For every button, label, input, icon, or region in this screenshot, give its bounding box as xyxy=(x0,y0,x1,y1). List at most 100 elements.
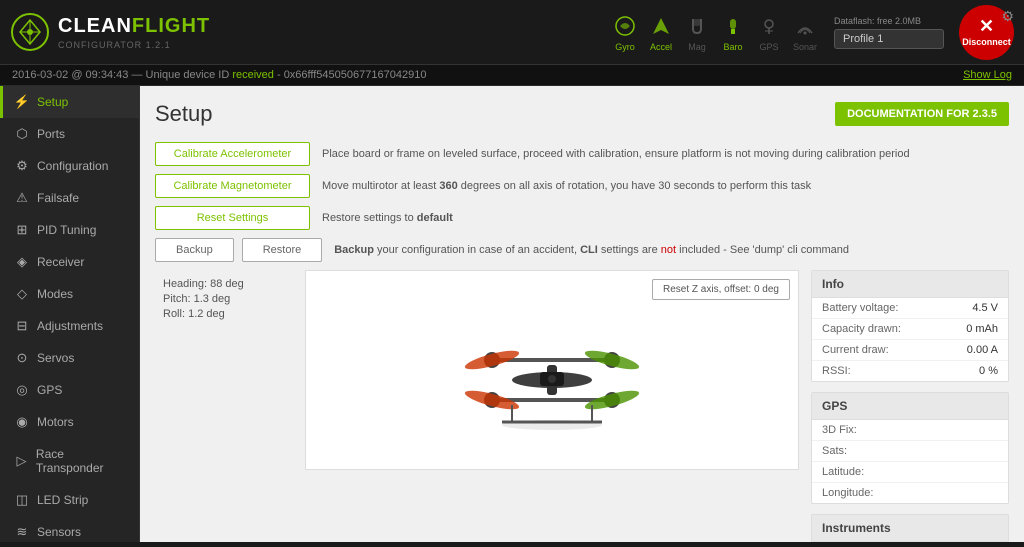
heading-value: 88 deg xyxy=(210,278,244,290)
current-draw-value: 0.00 A xyxy=(967,344,998,356)
profile-select[interactable]: Profile 1 Profile 2 Profile 3 xyxy=(834,29,944,49)
mag-label: Mag xyxy=(688,42,706,52)
device-id: - 0x66fff545050677167042910 xyxy=(277,69,426,81)
sidebar-label-adjustments: Adjustments xyxy=(37,319,103,333)
gps-nav-icon: ◎ xyxy=(15,383,29,397)
show-log-link[interactable]: Show Log xyxy=(963,69,1012,81)
sidebar-label-led-strip: LED Strip xyxy=(37,493,88,507)
calibrate-accel-button[interactable]: Calibrate Accelerometer xyxy=(155,142,310,166)
config-icon: ⚙ xyxy=(15,159,29,173)
header: CLEAN FLIGHT CONFIGURATOR 1.2.1 Gyro Acc… xyxy=(0,0,1024,65)
capacity-drawn-row: Capacity drawn: 0 mAh xyxy=(812,319,1008,340)
backup-bold: Backup xyxy=(334,244,374,256)
content-header: Setup DOCUMENTATION FOR 2.3.5 xyxy=(155,101,1009,127)
current-draw-row: Current draw: 0.00 A xyxy=(812,340,1008,361)
instruments-card: Instruments xyxy=(811,514,1009,542)
gps-longitude-label: Longitude: xyxy=(822,487,873,499)
disconnect-x-icon: ✕ xyxy=(979,17,994,35)
sidebar-item-adjustments[interactable]: ⊟ Adjustments xyxy=(0,310,139,342)
sidebar-item-setup[interactable]: ⚡ Setup xyxy=(0,86,139,118)
calibrate-mag-row: Calibrate Magnetometer Move multirotor a… xyxy=(155,174,1009,198)
sensor-gps: GPS xyxy=(755,12,783,52)
race-transponder-icon: ▷ xyxy=(15,454,28,468)
sidebar-item-pid-tuning[interactable]: ⊞ PID Tuning xyxy=(0,214,139,246)
backup-text: Backup your configuration in case of an … xyxy=(334,244,849,256)
model-3d-area: Reset Z axis, offset: 0 deg Info Battery… xyxy=(305,270,1009,542)
sidebar-item-configuration[interactable]: ⚙ Configuration xyxy=(0,150,139,182)
gear-icon[interactable]: ⚙ xyxy=(1001,8,1014,25)
sidebar-item-modes[interactable]: ◇ Modes xyxy=(0,278,139,310)
roll-label-text: Roll: xyxy=(163,308,185,320)
backup-button[interactable]: Backup xyxy=(155,238,234,262)
gps-sats-row: Sats: xyxy=(812,441,1008,462)
sidebar-item-ports[interactable]: ⬡ Ports xyxy=(0,118,139,150)
calibration-section: Calibrate Accelerometer Place board or f… xyxy=(155,142,1009,262)
disconnect-label: Disconnect xyxy=(962,37,1011,47)
pitch-value: 1.3 deg xyxy=(194,293,231,305)
info-card-header: Info xyxy=(812,271,1008,298)
reset-z-button[interactable]: Reset Z axis, offset: 0 deg xyxy=(652,279,790,300)
sidebar-label-servos: Servos xyxy=(37,351,74,365)
sidebar-item-failsafe[interactable]: ⚠ Failsafe xyxy=(0,182,139,214)
sidebar-label-motors: Motors xyxy=(37,415,74,429)
sonar-icon xyxy=(791,12,819,40)
gps-label: GPS xyxy=(759,42,778,52)
sidebar-label-failsafe: Failsafe xyxy=(37,191,79,205)
dataflash-text: Dataflash: free 2.0MB xyxy=(834,16,921,26)
battery-voltage-value: 4.5 V xyxy=(972,302,998,314)
heading-label: Heading: 88 deg xyxy=(163,278,297,290)
roll-value: 1.2 deg xyxy=(188,308,225,320)
setup-icon: ⚡ xyxy=(15,95,29,109)
sensor-gyro: Gyro xyxy=(611,12,639,52)
show-log-text[interactable]: Show Log xyxy=(963,69,1012,81)
sidebar-label-modes: Modes xyxy=(37,287,73,301)
content-area: Setup DOCUMENTATION FOR 2.3.5 Calibrate … xyxy=(140,86,1024,542)
gyro-icon xyxy=(611,12,639,40)
sidebar-item-race-transponder[interactable]: ▷ Race Transponder xyxy=(0,438,139,484)
reset-settings-text: Restore settings to default xyxy=(322,212,453,224)
right-panel: Info Battery voltage: 4.5 V Capacity dra… xyxy=(799,270,1009,542)
logo: CLEAN FLIGHT CONFIGURATOR 1.2.1 xyxy=(10,12,210,52)
gps-3dfix-row: 3D Fix: xyxy=(812,420,1008,441)
gps-card: GPS 3D Fix: Sats: Latitude: xyxy=(811,392,1009,504)
backup-restore-row: Backup Restore Backup your configuration… xyxy=(155,238,1009,262)
sidebar-item-gps[interactable]: ◎ GPS xyxy=(0,374,139,406)
sidebar-label-ports: Ports xyxy=(37,127,65,141)
sidebar-label-configuration: Configuration xyxy=(37,159,108,173)
calibrate-mag-button[interactable]: Calibrate Magnetometer xyxy=(155,174,310,198)
not-text: not xyxy=(661,244,676,256)
gps-longitude-row: Longitude: xyxy=(812,483,1008,503)
restore-button[interactable]: Restore xyxy=(242,238,323,262)
main-layout: ⚡ Setup ⬡ Ports ⚙ Configuration ⚠ Failsa… xyxy=(0,86,1024,542)
reset-settings-button[interactable]: Reset Settings xyxy=(155,206,310,230)
rssi-label: RSSI: xyxy=(822,365,851,377)
gyro-label: Gyro xyxy=(615,42,635,52)
rssi-row: RSSI: 0 % xyxy=(812,361,1008,381)
ports-icon: ⬡ xyxy=(15,127,29,141)
gps-latitude-row: Latitude: xyxy=(812,462,1008,483)
battery-voltage-label: Battery voltage: xyxy=(822,302,898,314)
capacity-drawn-value: 0 mAh xyxy=(966,323,998,335)
drone-svg xyxy=(402,290,702,450)
rssi-value: 0 % xyxy=(979,365,998,377)
sidebar-label-setup: Setup xyxy=(37,95,68,109)
led-strip-icon: ◫ xyxy=(15,493,29,507)
reset-default-bold: default xyxy=(417,212,453,224)
logo-flight: FLIGHT xyxy=(132,15,210,38)
accel-label: Accel xyxy=(650,42,672,52)
sensor-mag: Mag xyxy=(683,12,711,52)
sidebar-item-motors[interactable]: ◉ Motors xyxy=(0,406,139,438)
sidebar-item-receiver[interactable]: ◈ Receiver xyxy=(0,246,139,278)
documentation-button[interactable]: DOCUMENTATION FOR 2.3.5 xyxy=(835,102,1009,126)
sidebar-item-led-strip[interactable]: ◫ LED Strip xyxy=(0,484,139,516)
profile-selector-area: Dataflash: free 2.0MB Profile 1 Profile … xyxy=(834,16,944,49)
sidebar-item-servos[interactable]: ⊙ Servos xyxy=(0,342,139,374)
timestamp: 2016-03-02 @ 09:34:43 xyxy=(12,69,128,81)
model-info: Heading: 88 deg Pitch: 1.3 deg Roll: 1.2… xyxy=(155,270,305,542)
sidebar-label-pid-tuning: PID Tuning xyxy=(37,223,96,237)
logo-version: CONFIGURATOR 1.2.1 xyxy=(58,40,210,50)
sidebar-item-sensors[interactable]: ≋ Sensors xyxy=(0,516,139,542)
capacity-drawn-label: Capacity drawn: xyxy=(822,323,901,335)
roll-label: Roll: 1.2 deg xyxy=(163,308,297,320)
sensor-baro: Baro xyxy=(719,12,747,52)
